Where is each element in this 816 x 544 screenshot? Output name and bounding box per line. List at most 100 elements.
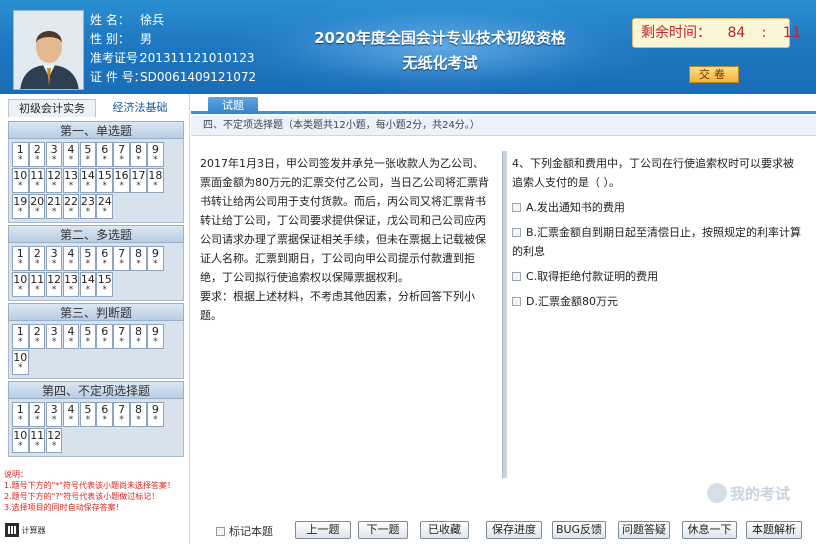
question-grid: 1 * 2 * 3 * 4 * 5 * 6 * 7 * 8 * 9 * 10 * 11 * 12 * xyxy=(8,399,184,457)
option-c[interactable]: C.取得拒绝付款证明的费用 xyxy=(512,267,804,286)
question-number-cell[interactable]: 11 * xyxy=(28,272,46,297)
tab-subject-economic-law[interactable]: 经济法基础 xyxy=(100,99,180,117)
question-number-cell[interactable]: 16 * xyxy=(113,168,130,193)
question-number-cell[interactable]: 2 * xyxy=(28,246,46,271)
question-number-cell[interactable]: 6 * xyxy=(96,402,114,427)
option-d[interactable]: D.汇票金额80万元 xyxy=(512,292,804,311)
unanswered-marker: * xyxy=(102,155,108,165)
question-number-cell[interactable]: 9 * xyxy=(147,246,164,271)
explanation-button[interactable]: 本题解析 xyxy=(746,521,802,539)
question-number-cell[interactable]: 8 * xyxy=(130,142,147,167)
take-break-button[interactable]: 休息一下 xyxy=(682,521,737,539)
question-number-cell[interactable]: 14 * xyxy=(79,272,97,297)
question-number-cell[interactable]: 13 * xyxy=(62,272,80,297)
question-number-cell[interactable]: 9 * xyxy=(147,324,164,349)
question-number-cell[interactable]: 8 * xyxy=(130,324,147,349)
question-number-cell[interactable]: 20 * xyxy=(28,194,46,219)
next-question-button[interactable]: 下一题 xyxy=(358,521,408,539)
calculator-button[interactable]: 计算器 xyxy=(5,522,49,538)
question-number-cell[interactable]: 1 * xyxy=(12,246,29,271)
question-number-cell[interactable]: 4 * xyxy=(62,142,80,167)
question-number-cell[interactable]: 6 * xyxy=(96,324,114,349)
question-number-cell[interactable]: 2 * xyxy=(28,402,46,427)
question-number-cell[interactable]: 11 * xyxy=(28,168,46,193)
bug-feedback-button[interactable]: BUG反馈 xyxy=(552,521,606,539)
question-number-cell[interactable]: 14 * xyxy=(79,168,97,193)
question-number-cell[interactable]: 2 * xyxy=(28,142,46,167)
question-number-cell[interactable]: 4 * xyxy=(62,402,80,427)
checkbox-box[interactable] xyxy=(216,526,225,536)
question-number-cell[interactable]: 12 * xyxy=(45,272,63,297)
question-number-cell[interactable]: 1 * xyxy=(12,142,29,167)
question-number-cell[interactable]: 6 * xyxy=(96,246,114,271)
unanswered-marker: * xyxy=(18,363,23,373)
section-header[interactable]: 第一、单选题 xyxy=(8,121,184,139)
option-checkbox[interactable] xyxy=(512,296,521,306)
submit-exam-button[interactable]: 交卷 xyxy=(689,66,739,83)
question-number-cell[interactable]: 5 * xyxy=(79,402,97,427)
tab-questions[interactable]: 试题 xyxy=(208,97,258,114)
question-number-cell[interactable]: 3 * xyxy=(45,246,63,271)
unanswered-marker: * xyxy=(34,155,40,165)
question-number-cell[interactable]: 7 * xyxy=(113,324,130,349)
question-number-cell[interactable]: 5 * xyxy=(79,142,97,167)
question-number-cell[interactable]: 9 * xyxy=(147,402,164,427)
question-number-cell[interactable]: 11 * xyxy=(28,428,46,453)
question-number-cell[interactable]: 9 * xyxy=(147,142,164,167)
question-number-cell[interactable]: 7 * xyxy=(113,142,130,167)
question-number-cell[interactable]: 15 * xyxy=(96,168,114,193)
question-number-cell[interactable]: 17 * xyxy=(130,168,147,193)
question-number-cell[interactable]: 8 * xyxy=(130,246,147,271)
question-number-cell[interactable]: 5 * xyxy=(79,246,97,271)
save-progress-button[interactable]: 保存进度 xyxy=(486,521,542,539)
unanswered-marker: * xyxy=(51,441,57,451)
question-number-cell[interactable]: 8 * xyxy=(130,402,147,427)
option-a[interactable]: A.发出通知书的费用 xyxy=(512,198,804,217)
option-checkbox[interactable] xyxy=(512,202,521,212)
question-number-cell[interactable]: 12 * xyxy=(45,168,63,193)
question-number-cell[interactable]: 15 * xyxy=(96,272,114,297)
question-number-cell[interactable]: 19 * xyxy=(12,194,29,219)
question-number-cell[interactable]: 7 * xyxy=(113,402,130,427)
question-number-cell[interactable]: 10 * xyxy=(12,272,29,297)
question-number-cell[interactable]: 7 * xyxy=(113,246,130,271)
mark-question-checkbox[interactable]: 标记本题 xyxy=(216,523,273,539)
question-number-cell[interactable]: 22 * xyxy=(62,194,80,219)
unanswered-marker: * xyxy=(102,259,108,269)
unanswered-marker: * xyxy=(34,181,40,191)
question-number-cell[interactable]: 5 * xyxy=(79,324,97,349)
question-number-cell[interactable]: 10 * xyxy=(12,350,29,375)
option-checkbox[interactable] xyxy=(512,271,521,281)
question-number-cell[interactable]: 6 * xyxy=(96,142,114,167)
question-number-cell[interactable]: 21 * xyxy=(45,194,63,219)
pane-divider[interactable] xyxy=(502,151,507,478)
question-number-cell[interactable]: 12 * xyxy=(45,428,63,453)
question-number-cell[interactable]: 1 * xyxy=(12,402,29,427)
option-checkbox[interactable] xyxy=(512,227,521,237)
question-number-cell[interactable]: 3 * xyxy=(45,402,63,427)
question-number-cell[interactable]: 10 * xyxy=(12,168,29,193)
question-number-cell[interactable]: 3 * xyxy=(45,142,63,167)
question-number-cell[interactable]: 4 * xyxy=(62,324,80,349)
question-number-cell[interactable]: 18 * xyxy=(147,168,164,193)
unanswered-marker: * xyxy=(51,207,57,217)
qa-button[interactable]: 问题答疑 xyxy=(618,521,670,539)
section-header[interactable]: 第四、不定项选择题 xyxy=(8,381,184,399)
question-number-cell[interactable]: 1 * xyxy=(12,324,29,349)
tab-subject-accounting[interactable]: 初级会计实务 xyxy=(8,99,96,117)
question-number-cell[interactable]: 4 * xyxy=(62,246,80,271)
question-number-cell[interactable]: 2 * xyxy=(28,324,46,349)
unanswered-marker: * xyxy=(51,415,57,425)
question-number-cell[interactable]: 13 * xyxy=(62,168,80,193)
option-b[interactable]: B.汇票金额自到期日起至清偿日止，按照规定的利率计算的利息 xyxy=(512,223,804,261)
unanswered-marker: * xyxy=(85,181,91,191)
question-number-cell[interactable]: 24 * xyxy=(96,194,114,219)
unanswered-marker: * xyxy=(68,285,74,295)
question-number-cell[interactable]: 3 * xyxy=(45,324,63,349)
favorited-button[interactable]: 已收藏 xyxy=(420,521,469,539)
question-number-cell[interactable]: 23 * xyxy=(79,194,97,219)
question-number-cell[interactable]: 10 * xyxy=(12,428,29,453)
prev-question-button[interactable]: 上一题 xyxy=(295,521,351,539)
section-header[interactable]: 第三、判断题 xyxy=(8,303,184,321)
section-header[interactable]: 第二、多选题 xyxy=(8,225,184,243)
